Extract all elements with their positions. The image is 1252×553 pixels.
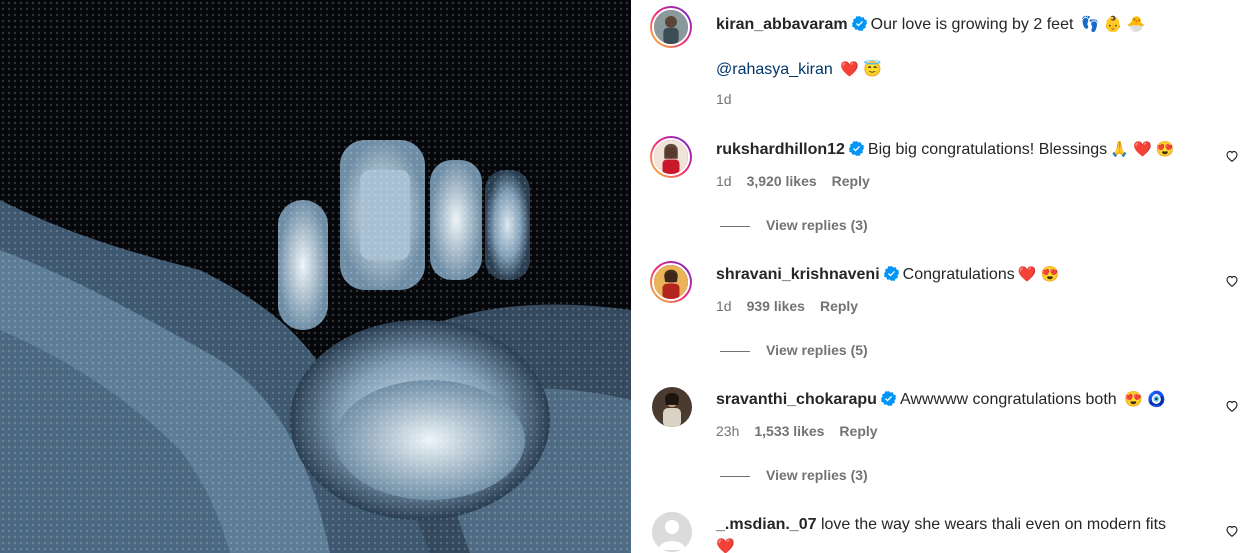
replies-divider — [720, 225, 750, 227]
comment-text: Congratulations — [902, 266, 1015, 283]
view-replies-label: View replies (5) — [766, 342, 868, 358]
verified-badge-icon — [880, 391, 896, 406]
mention-line: @rahasya_kiran ❤️ 😇 — [716, 59, 882, 81]
mention-link[interactable]: @rahasya_kiran — [716, 61, 833, 78]
comment-emojis: 🙏 ❤️ 😍 — [1110, 141, 1175, 158]
avatar-default[interactable] — [652, 512, 692, 552]
avatar-shravani_krishnaveni[interactable] — [650, 261, 692, 303]
comment-4-line-2: ❤️ — [716, 536, 735, 553]
verified-badge-icon — [851, 16, 867, 31]
comment-likes[interactable]: 1,533 likes — [754, 423, 824, 439]
comment-2-meta: 1d 939 likes Reply — [716, 297, 873, 315]
comments-panel: kiran_abbavaram Our love is growing by 2 … — [631, 0, 1252, 553]
mention-emojis: ❤️ 😇 — [840, 61, 882, 78]
comment-emojis: 😍 🧿 — [1124, 391, 1166, 408]
verified-badge-icon — [848, 141, 864, 156]
heart-outline-icon[interactable] — [1225, 149, 1239, 163]
view-replies-button[interactable]: View replies (3) — [720, 216, 868, 234]
comment-text: Big big congratulations! Blessings — [867, 141, 1108, 158]
comment-likes[interactable]: 3,920 likes — [747, 173, 817, 189]
comment-1-meta: 1d 3,920 likes Reply — [716, 172, 885, 190]
view-replies-button[interactable]: View replies (5) — [720, 341, 868, 359]
comment-3-line: sravanthi_chokarapu Awwwww congratulation… — [716, 389, 1166, 411]
heart-outline-icon[interactable] — [1225, 274, 1239, 288]
comment-username[interactable]: shravani_krishnaveni — [716, 266, 880, 283]
reply-button[interactable]: Reply — [839, 423, 877, 439]
comment-timestamp[interactable]: 23h — [716, 423, 739, 439]
heart-outline-icon[interactable] — [1225, 399, 1239, 413]
verified-badge-icon — [883, 266, 899, 281]
replies-divider — [720, 350, 750, 352]
comment-timestamp[interactable]: 1d — [716, 173, 732, 189]
caption-text: Our love is growing by 2 feet — [870, 16, 1074, 33]
post-time: 1d — [716, 90, 747, 108]
comment-likes[interactable]: 939 likes — [747, 298, 805, 314]
reply-button[interactable]: Reply — [820, 298, 858, 314]
avatar-sravanthi_chokarapu[interactable] — [652, 387, 692, 427]
avatar-kiran[interactable] — [650, 6, 692, 48]
avatar-rukshardhillon12[interactable] — [650, 136, 692, 178]
profile-photo-icon — [654, 140, 688, 174]
comment-text: love the way she wears thali even on mod… — [820, 516, 1167, 533]
comment-emojis: ❤️ 😍 — [1017, 266, 1060, 283]
comment-4-line: _.msdian._07 love the way she wears thal… — [716, 514, 1166, 536]
comment-2-line: shravani_krishnaveni Congratulations ❤️ 😍 — [716, 264, 1059, 286]
profile-photo-icon — [652, 387, 692, 427]
comment-timestamp[interactable]: 1d — [716, 298, 732, 314]
reply-button[interactable]: Reply — [832, 173, 870, 189]
caption-emojis: 👣 👶 🐣 — [1080, 16, 1146, 33]
comment-username[interactable]: sravanthi_chokarapu — [716, 391, 877, 408]
default-user-icon — [652, 512, 692, 552]
comment-1-line: rukshardhillon12 Big big congratulations!… — [716, 139, 1175, 161]
comment-emojis: ❤️ — [716, 538, 735, 553]
comment-3-meta: 23h 1,533 likes Reply — [716, 422, 893, 440]
post-username[interactable]: kiran_abbavaram — [716, 16, 848, 33]
profile-photo-icon — [654, 10, 688, 44]
post-media-image[interactable] — [0, 0, 631, 553]
view-replies-label: View replies (3) — [766, 467, 868, 483]
heart-outline-icon[interactable] — [1225, 524, 1239, 538]
view-replies-button[interactable]: View replies (3) — [720, 466, 868, 484]
ultrasound-foot-image — [0, 0, 631, 553]
comment-username[interactable]: rukshardhillon12 — [716, 141, 845, 158]
comment-text: Awwwww congratulations both — [899, 391, 1117, 408]
replies-divider — [720, 475, 750, 477]
profile-photo-icon — [654, 265, 688, 299]
comment-username[interactable]: _.msdian._07 — [716, 516, 817, 533]
post-timestamp[interactable]: 1d — [716, 91, 732, 107]
caption-line: kiran_abbavaram Our love is growing by 2 … — [716, 14, 1145, 36]
view-replies-label: View replies (3) — [766, 217, 868, 233]
